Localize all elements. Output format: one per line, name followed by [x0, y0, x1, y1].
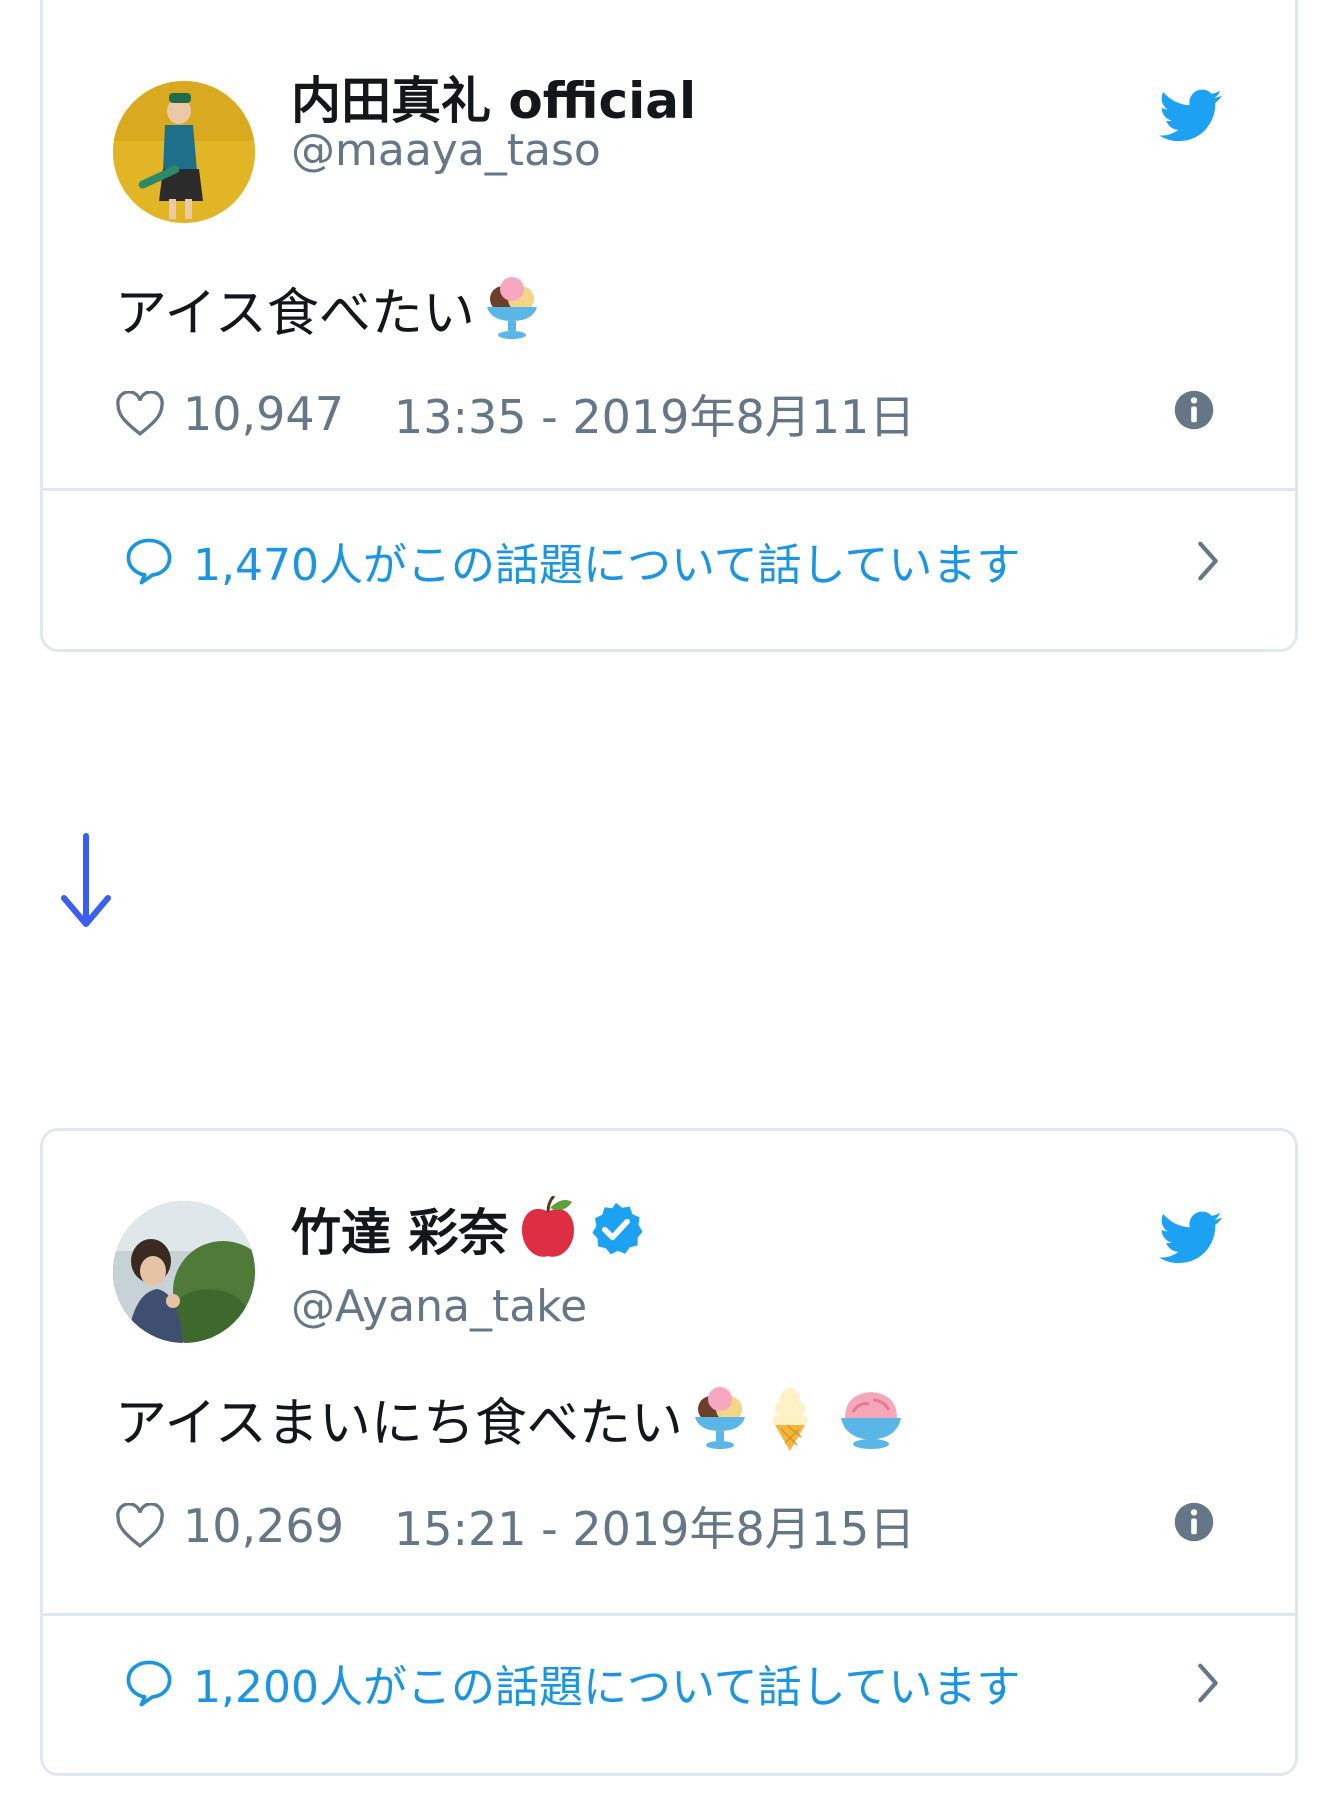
tweet-text: アイスまいにち食べたい: [115, 1381, 903, 1456]
divider: [43, 488, 1295, 491]
timestamp[interactable]: 15:21 - 2019年8月15日: [394, 1493, 915, 1559]
like-count[interactable]: 10,947: [183, 387, 344, 441]
chevron-right-icon[interactable]: [1193, 538, 1223, 584]
user-handle[interactable]: @maaya_taso: [291, 125, 601, 176]
user-handle[interactable]: @Ayana_take: [291, 1281, 587, 1332]
shaved-ice-icon: [840, 1391, 901, 1449]
speech-bubble-icon: [126, 1660, 172, 1707]
heart-icon[interactable]: [115, 391, 165, 437]
display-name-text[interactable]: 内田真礼 official: [291, 61, 696, 133]
display-name[interactable]: 竹達 彩奈: [291, 1193, 644, 1265]
arrow-down-icon: [61, 833, 111, 927]
conversation-link[interactable]: 1,200人がこの話題について話しています: [123, 1651, 1223, 1715]
twitter-bird-icon[interactable]: [1159, 1211, 1223, 1265]
avatar[interactable]: [113, 81, 255, 223]
verified-badge-icon: [592, 1202, 644, 1255]
info-icon[interactable]: [1173, 1501, 1215, 1543]
ice-cream-sundae-icon: [694, 1386, 745, 1449]
tweet-meta: 10,947 13:35 - 2019年8月11日: [115, 381, 915, 447]
red-apple-icon: [522, 1196, 575, 1257]
info-icon[interactable]: [1173, 389, 1215, 431]
conversation-text[interactable]: 1,470人がこの話題について話しています: [193, 529, 1020, 593]
twitter-bird-icon[interactable]: [1159, 89, 1223, 143]
tweet-card[interactable]: 竹達 彩奈 @Ayana_take アイスまいにち食べたい 10,269 15:…: [40, 1128, 1298, 1776]
display-name[interactable]: 内田真礼 official: [291, 61, 696, 133]
timestamp[interactable]: 13:35 - 2019年8月11日: [394, 381, 915, 447]
ice-cream-sundae-icon: [486, 276, 537, 339]
like-count[interactable]: 10,269: [183, 1499, 344, 1553]
chevron-right-icon[interactable]: [1193, 1660, 1223, 1706]
tweet-card[interactable]: 内田真礼 official @maaya_taso アイス食べたい 10,947…: [40, 0, 1298, 652]
tweet-text: アイス食べたい: [115, 271, 541, 346]
avatar[interactable]: [113, 1201, 255, 1343]
heart-icon[interactable]: [115, 1503, 165, 1549]
conversation-text[interactable]: 1,200人がこの話題について話しています: [193, 1651, 1020, 1715]
tweet-meta: 10,269 15:21 - 2019年8月15日: [115, 1493, 915, 1559]
divider: [43, 1613, 1295, 1616]
tweet-text-content: アイス食べたい: [115, 284, 475, 344]
speech-bubble-icon: [126, 538, 172, 585]
display-name-text[interactable]: 竹達 彩奈: [291, 1193, 508, 1265]
tweet-text-content: アイスまいにち食べたい: [115, 1394, 683, 1454]
conversation-link[interactable]: 1,470人がこの話題について話しています: [123, 529, 1223, 593]
soft-ice-cream-icon: [772, 1386, 808, 1451]
